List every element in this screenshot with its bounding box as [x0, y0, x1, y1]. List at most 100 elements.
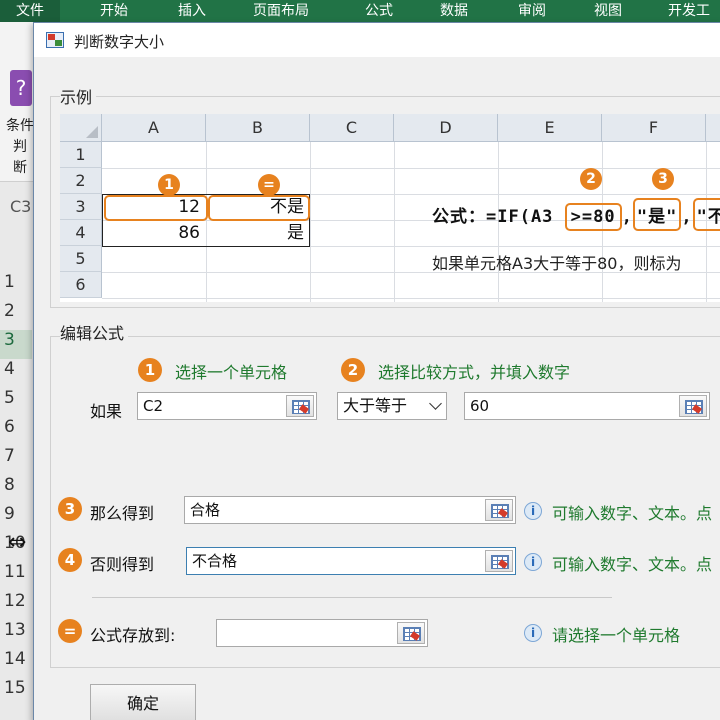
- if-cell-value: C2: [143, 397, 164, 415]
- col-header: C: [310, 114, 394, 142]
- cell-picker-icon[interactable]: [679, 395, 707, 417]
- row-header[interactable]: 15: [0, 678, 32, 707]
- col-header: F: [602, 114, 706, 142]
- ok-button[interactable]: 确定: [90, 684, 196, 720]
- info-icon: i: [524, 553, 542, 571]
- badge-1: 1: [158, 174, 180, 196]
- ribbon-tab-bar: 文件 开始 插入 页面布局 公式 数据 审阅 视图 开发工: [0, 0, 720, 22]
- col-header: E: [498, 114, 602, 142]
- row-header[interactable]: 5: [0, 388, 32, 417]
- badge-equals: =: [258, 174, 280, 196]
- grid-line: [102, 298, 720, 299]
- then-value: 合格: [190, 501, 221, 519]
- sheet-row-header: 1: [60, 142, 102, 168]
- row-header[interactable]: 11: [0, 562, 32, 591]
- row-header[interactable]: 9: [0, 504, 32, 533]
- step-3-badge: 3: [58, 497, 82, 521]
- col-header: D: [394, 114, 498, 142]
- sheet-row-header: 2: [60, 168, 102, 194]
- then-value-input[interactable]: 合格: [184, 496, 516, 524]
- separator: [92, 597, 612, 598]
- row-header[interactable]: 2: [0, 301, 32, 330]
- grid-line: [310, 142, 311, 302]
- col-header: G: [706, 114, 720, 142]
- grid-line: [394, 142, 395, 302]
- example-group-label: 示例: [60, 84, 97, 108]
- resize-cursor-icon: ⇔: [8, 530, 27, 555]
- tab-file[interactable]: 文件: [0, 0, 60, 22]
- formula-comma: ,: [681, 207, 693, 227]
- cell-picker-icon[interactable]: [286, 395, 314, 417]
- tab-home[interactable]: 开始: [100, 0, 128, 22]
- store-hint: 请选择一个单元格: [552, 626, 681, 645]
- cell-picker-icon[interactable]: [485, 499, 513, 521]
- row-header[interactable]: 4: [0, 359, 32, 388]
- dialog-titlebar[interactable]: 判断数字大小: [34, 23, 720, 57]
- screen: 文件 开始 插入 页面布局 公式 数据 审阅 视图 开发工 ? 条件判 断 C3…: [0, 0, 720, 720]
- then-label: 那么得到: [90, 504, 155, 523]
- row-header[interactable]: 7: [0, 446, 32, 475]
- compare-value: 60: [470, 397, 490, 415]
- grid-line: [102, 168, 720, 169]
- else-label: 否则得到: [90, 555, 155, 574]
- compare-value-input[interactable]: 60: [464, 392, 710, 420]
- compare-select[interactable]: 大于等于: [337, 392, 447, 420]
- tab-view[interactable]: 视图: [594, 0, 622, 22]
- then-hint: 可输入数字、文本。点: [552, 504, 713, 523]
- row-header[interactable]: 13: [0, 620, 32, 649]
- row-header[interactable]: 3: [0, 330, 32, 359]
- tab-developer[interactable]: 开发工: [668, 0, 710, 22]
- cell-picker-icon[interactable]: [485, 550, 513, 572]
- badge-3: 3: [652, 168, 674, 190]
- select-all-corner: [60, 114, 102, 142]
- col-header: B: [206, 114, 310, 142]
- compare-selected-value: 大于等于: [343, 396, 408, 415]
- row-headers: 1 2 3 4 5 6 7 8 9 10 11 12 13 14 15: [0, 272, 32, 707]
- col-header: A: [102, 114, 206, 142]
- else-hint: 可输入数字、文本。点: [552, 555, 713, 574]
- cell-a4: 86: [178, 223, 200, 243]
- row-header[interactable]: 14: [0, 649, 32, 678]
- example-sheet: A B C D E F G 1 2 3 4 5 6 12 不是 86 是 1 =: [60, 114, 720, 302]
- else-value-input[interactable]: 不合格: [186, 547, 516, 575]
- step-2-badge: 2: [341, 358, 365, 382]
- if-label: 如果: [90, 402, 123, 421]
- sheet-row-header: 6: [60, 272, 102, 298]
- sheet-row-header: 5: [60, 246, 102, 272]
- cell-picker-icon[interactable]: [397, 622, 425, 644]
- step-2-text: 选择比较方式，并填入数字: [378, 363, 571, 382]
- tab-page-layout[interactable]: 页面布局: [253, 0, 309, 22]
- tab-review[interactable]: 审阅: [518, 0, 546, 22]
- store-cell-input[interactable]: [216, 619, 428, 647]
- sheet-row-header: 4: [60, 220, 102, 246]
- tab-insert[interactable]: 插入: [178, 0, 206, 22]
- step-1-badge: 1: [138, 358, 162, 382]
- tab-data[interactable]: 数据: [440, 0, 468, 22]
- step-1-text: 选择一个单元格: [175, 363, 288, 382]
- if-cell-input[interactable]: C2: [137, 392, 317, 420]
- example-formula: 公式：=IF(A3 >=80, "是", "不: [432, 198, 720, 231]
- sheet-row-header: 3: [60, 194, 102, 220]
- highlight-a3: [104, 195, 208, 221]
- row-header[interactable]: 8: [0, 475, 32, 504]
- row-header[interactable]: 6: [0, 417, 32, 446]
- badge-2: 2: [580, 168, 602, 190]
- app-icon: [46, 32, 64, 48]
- highlight-b3: [208, 195, 310, 221]
- tab-formulas[interactable]: 公式: [365, 0, 393, 22]
- formula-prefix: 公式：=IF(A3: [432, 207, 554, 227]
- else-value: 不合格: [192, 552, 238, 570]
- info-icon: i: [524, 502, 542, 520]
- row-header[interactable]: 1: [0, 272, 32, 301]
- conditional-judge-icon[interactable]: ?: [10, 70, 32, 106]
- cell-b4: 是: [287, 223, 304, 243]
- chevron-down-icon: [429, 397, 442, 410]
- store-badge: =: [58, 619, 82, 643]
- formula-comma: ,: [621, 207, 633, 227]
- edit-formula-label: 编辑公式: [60, 320, 129, 344]
- formula-condition: >=80: [564, 203, 622, 231]
- formula-yes-value: "是": [632, 198, 682, 231]
- dialog-title: 判断数字大小: [74, 33, 165, 51]
- row-header[interactable]: 12: [0, 591, 32, 620]
- info-icon: i: [524, 624, 542, 642]
